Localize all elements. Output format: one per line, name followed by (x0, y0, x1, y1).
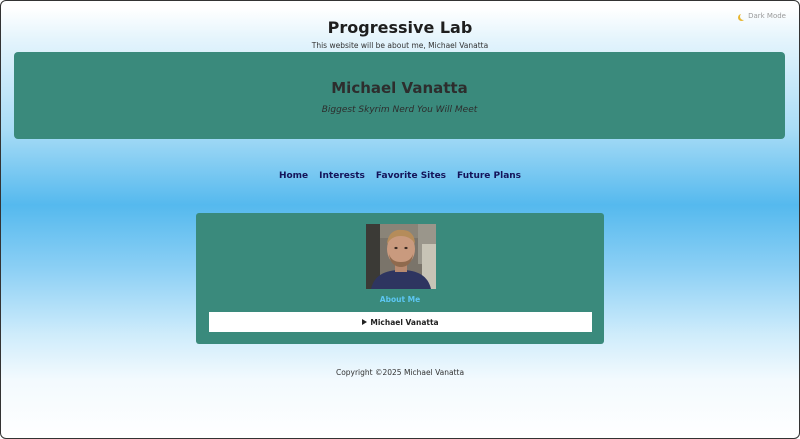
hero-tagline: Biggest Skyrim Nerd You Will Meet (321, 105, 478, 115)
nav-favorite-sites[interactable]: Favorite Sites (376, 171, 446, 181)
nav-future-plans[interactable]: Future Plans (457, 171, 521, 181)
about-me-link[interactable]: About Me (196, 295, 604, 304)
profile-card: About Me Michael Vanatta (196, 213, 604, 344)
profile-photo (366, 224, 436, 289)
hero-name: Michael Vanatta (331, 79, 468, 97)
footer-copyright: Copyright ©2025 Michael Vanatta (335, 368, 465, 377)
site-subtitle: This website will be about me, Michael V… (311, 41, 489, 50)
hero-banner: Michael Vanatta Biggest Skyrim Nerd You … (14, 52, 785, 139)
details-summary-label: Michael Vanatta (370, 317, 439, 327)
nav-interests[interactable]: Interests (319, 171, 365, 181)
main-nav: Home Interests Favorite Sites Future Pla… (0, 171, 800, 181)
site-title: Progressive Lab (327, 18, 473, 37)
details-summary[interactable]: Michael Vanatta (209, 312, 592, 332)
disclosure-triangle-icon (362, 319, 368, 325)
nav-home[interactable]: Home (279, 171, 308, 181)
